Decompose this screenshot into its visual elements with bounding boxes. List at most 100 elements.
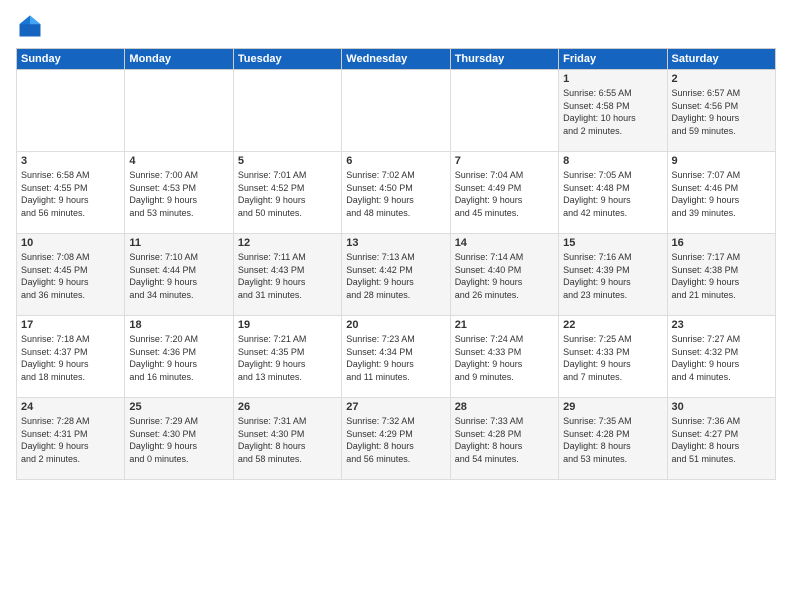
- day-number: 22: [563, 319, 662, 331]
- calendar-cell: 23 Sunrise: 7:27 AM Sunset: 4:32 PM Dayli…: [667, 316, 775, 398]
- day-number: 19: [238, 319, 337, 331]
- header-row: SundayMondayTuesdayWednesdayThursdayFrid…: [17, 49, 776, 70]
- calendar-cell: 29Sunrise: 7:35 AM Sunset: 4:28 PM Dayli…: [559, 398, 667, 480]
- day-number: 9: [672, 155, 771, 167]
- calendar-cell: 7 Sunrise: 7:04 AM Sunset: 4:49 PM Daylig…: [450, 152, 558, 234]
- day-number: 25: [129, 401, 228, 413]
- day-number: 30: [672, 401, 771, 413]
- day-number: 27: [346, 401, 445, 413]
- calendar-cell: 21 Sunrise: 7:24 AM Sunset: 4:33 PM Dayli…: [450, 316, 558, 398]
- calendar-cell: 28Sunrise: 7:33 AM Sunset: 4:28 PM Dayli…: [450, 398, 558, 480]
- day-info: Sunrise: 7:24 AM Sunset: 4:33 PM Dayligh…: [455, 333, 554, 383]
- day-info: Sunrise: 7:05 AM Sunset: 4:48 PM Dayligh…: [563, 169, 662, 219]
- calendar-cell: 10 Sunrise: 7:08 AM Sunset: 4:45 PM Dayli…: [17, 234, 125, 316]
- day-info: Sunrise: 7:11 AM Sunset: 4:43 PM Dayligh…: [238, 251, 337, 301]
- week-row-3: 17 Sunrise: 7:18 AM Sunset: 4:37 PM Dayli…: [17, 316, 776, 398]
- calendar-cell: 27Sunrise: 7:32 AM Sunset: 4:29 PM Dayli…: [342, 398, 450, 480]
- day-number: 10: [21, 237, 120, 249]
- calendar-cell: 11 Sunrise: 7:10 AM Sunset: 4:44 PM Dayli…: [125, 234, 233, 316]
- day-info: Sunrise: 7:36 AM Sunset: 4:27 PM Dayligh…: [672, 415, 771, 465]
- day-number: 6: [346, 155, 445, 167]
- calendar-cell: 13Sunrise: 7:13 AM Sunset: 4:42 PM Dayli…: [342, 234, 450, 316]
- day-info: Sunrise: 6:58 AM Sunset: 4:55 PM Dayligh…: [21, 169, 120, 219]
- day-info: Sunrise: 7:01 AM Sunset: 4:52 PM Dayligh…: [238, 169, 337, 219]
- calendar-cell: 12 Sunrise: 7:11 AM Sunset: 4:43 PM Dayli…: [233, 234, 341, 316]
- calendar-cell: [233, 70, 341, 152]
- calendar-cell: [450, 70, 558, 152]
- day-number: 18: [129, 319, 228, 331]
- week-row-2: 10 Sunrise: 7:08 AM Sunset: 4:45 PM Dayli…: [17, 234, 776, 316]
- header-thursday: Thursday: [450, 49, 558, 70]
- calendar-cell: 6 Sunrise: 7:02 AM Sunset: 4:50 PM Daylig…: [342, 152, 450, 234]
- calendar-cell: 5 Sunrise: 7:01 AM Sunset: 4:52 PM Daylig…: [233, 152, 341, 234]
- day-info: Sunrise: 7:27 AM Sunset: 4:32 PM Dayligh…: [672, 333, 771, 383]
- calendar-cell: 30 Sunrise: 7:36 AM Sunset: 4:27 PM Dayli…: [667, 398, 775, 480]
- calendar-cell: 24Sunrise: 7:28 AM Sunset: 4:31 PM Dayli…: [17, 398, 125, 480]
- day-number: 15: [563, 237, 662, 249]
- day-number: 3: [21, 155, 120, 167]
- day-info: Sunrise: 7:02 AM Sunset: 4:50 PM Dayligh…: [346, 169, 445, 219]
- calendar-cell: 18 Sunrise: 7:20 AM Sunset: 4:36 PM Dayli…: [125, 316, 233, 398]
- day-number: 14: [455, 237, 554, 249]
- day-info: Sunrise: 7:00 AM Sunset: 4:53 PM Dayligh…: [129, 169, 228, 219]
- calendar-cell: 19 Sunrise: 7:21 AM Sunset: 4:35 PM Dayli…: [233, 316, 341, 398]
- day-number: 8: [563, 155, 662, 167]
- day-info: Sunrise: 7:33 AM Sunset: 4:28 PM Dayligh…: [455, 415, 554, 465]
- day-number: 2: [672, 73, 771, 85]
- day-info: Sunrise: 7:04 AM Sunset: 4:49 PM Dayligh…: [455, 169, 554, 219]
- day-number: 4: [129, 155, 228, 167]
- calendar-cell: 20Sunrise: 7:23 AM Sunset: 4:34 PM Dayli…: [342, 316, 450, 398]
- week-row-4: 24Sunrise: 7:28 AM Sunset: 4:31 PM Dayli…: [17, 398, 776, 480]
- day-info: Sunrise: 7:18 AM Sunset: 4:37 PM Dayligh…: [21, 333, 120, 383]
- day-number: 1: [563, 73, 662, 85]
- day-info: Sunrise: 7:29 AM Sunset: 4:30 PM Dayligh…: [129, 415, 228, 465]
- day-info: Sunrise: 6:55 AM Sunset: 4:58 PM Dayligh…: [563, 87, 662, 137]
- day-info: Sunrise: 7:13 AM Sunset: 4:42 PM Dayligh…: [346, 251, 445, 301]
- calendar-cell: 4 Sunrise: 7:00 AM Sunset: 4:53 PM Daylig…: [125, 152, 233, 234]
- calendar-table: SundayMondayTuesdayWednesdayThursdayFrid…: [16, 48, 776, 480]
- header-sunday: Sunday: [17, 49, 125, 70]
- day-info: Sunrise: 7:21 AM Sunset: 4:35 PM Dayligh…: [238, 333, 337, 383]
- calendar-cell: 16 Sunrise: 7:17 AM Sunset: 4:38 PM Dayli…: [667, 234, 775, 316]
- day-info: Sunrise: 7:07 AM Sunset: 4:46 PM Dayligh…: [672, 169, 771, 219]
- calendar-cell: 26 Sunrise: 7:31 AM Sunset: 4:30 PM Dayli…: [233, 398, 341, 480]
- day-info: Sunrise: 7:31 AM Sunset: 4:30 PM Dayligh…: [238, 415, 337, 465]
- calendar-cell: 22 Sunrise: 7:25 AM Sunset: 4:33 PM Dayli…: [559, 316, 667, 398]
- calendar-cell: 2 Sunrise: 6:57 AM Sunset: 4:56 PM Daylig…: [667, 70, 775, 152]
- day-info: Sunrise: 7:25 AM Sunset: 4:33 PM Dayligh…: [563, 333, 662, 383]
- day-number: 23: [672, 319, 771, 331]
- header-saturday: Saturday: [667, 49, 775, 70]
- day-number: 11: [129, 237, 228, 249]
- calendar-cell: 1 Sunrise: 6:55 AM Sunset: 4:58 PM Daylig…: [559, 70, 667, 152]
- calendar-cell: 8 Sunrise: 7:05 AM Sunset: 4:48 PM Daylig…: [559, 152, 667, 234]
- week-row-1: 3 Sunrise: 6:58 AM Sunset: 4:55 PM Daylig…: [17, 152, 776, 234]
- day-info: Sunrise: 6:57 AM Sunset: 4:56 PM Dayligh…: [672, 87, 771, 137]
- calendar-cell: 14 Sunrise: 7:14 AM Sunset: 4:40 PM Dayli…: [450, 234, 558, 316]
- calendar-cell: 15 Sunrise: 7:16 AM Sunset: 4:39 PM Dayli…: [559, 234, 667, 316]
- header-friday: Friday: [559, 49, 667, 70]
- day-info: Sunrise: 7:20 AM Sunset: 4:36 PM Dayligh…: [129, 333, 228, 383]
- day-info: Sunrise: 7:16 AM Sunset: 4:39 PM Dayligh…: [563, 251, 662, 301]
- header-wednesday: Wednesday: [342, 49, 450, 70]
- day-number: 7: [455, 155, 554, 167]
- header-monday: Monday: [125, 49, 233, 70]
- day-info: Sunrise: 7:35 AM Sunset: 4:28 PM Dayligh…: [563, 415, 662, 465]
- calendar-cell: [342, 70, 450, 152]
- week-row-0: 1 Sunrise: 6:55 AM Sunset: 4:58 PM Daylig…: [17, 70, 776, 152]
- calendar-cell: 25 Sunrise: 7:29 AM Sunset: 4:30 PM Dayli…: [125, 398, 233, 480]
- logo: [16, 12, 48, 40]
- day-number: 26: [238, 401, 337, 413]
- page: SundayMondayTuesdayWednesdayThursdayFrid…: [0, 0, 792, 612]
- logo-icon: [16, 12, 44, 40]
- day-info: Sunrise: 7:14 AM Sunset: 4:40 PM Dayligh…: [455, 251, 554, 301]
- day-info: Sunrise: 7:08 AM Sunset: 4:45 PM Dayligh…: [21, 251, 120, 301]
- day-info: Sunrise: 7:10 AM Sunset: 4:44 PM Dayligh…: [129, 251, 228, 301]
- day-number: 21: [455, 319, 554, 331]
- day-number: 12: [238, 237, 337, 249]
- day-number: 17: [21, 319, 120, 331]
- day-number: 24: [21, 401, 120, 413]
- day-info: Sunrise: 7:17 AM Sunset: 4:38 PM Dayligh…: [672, 251, 771, 301]
- day-number: 20: [346, 319, 445, 331]
- day-number: 5: [238, 155, 337, 167]
- day-number: 16: [672, 237, 771, 249]
